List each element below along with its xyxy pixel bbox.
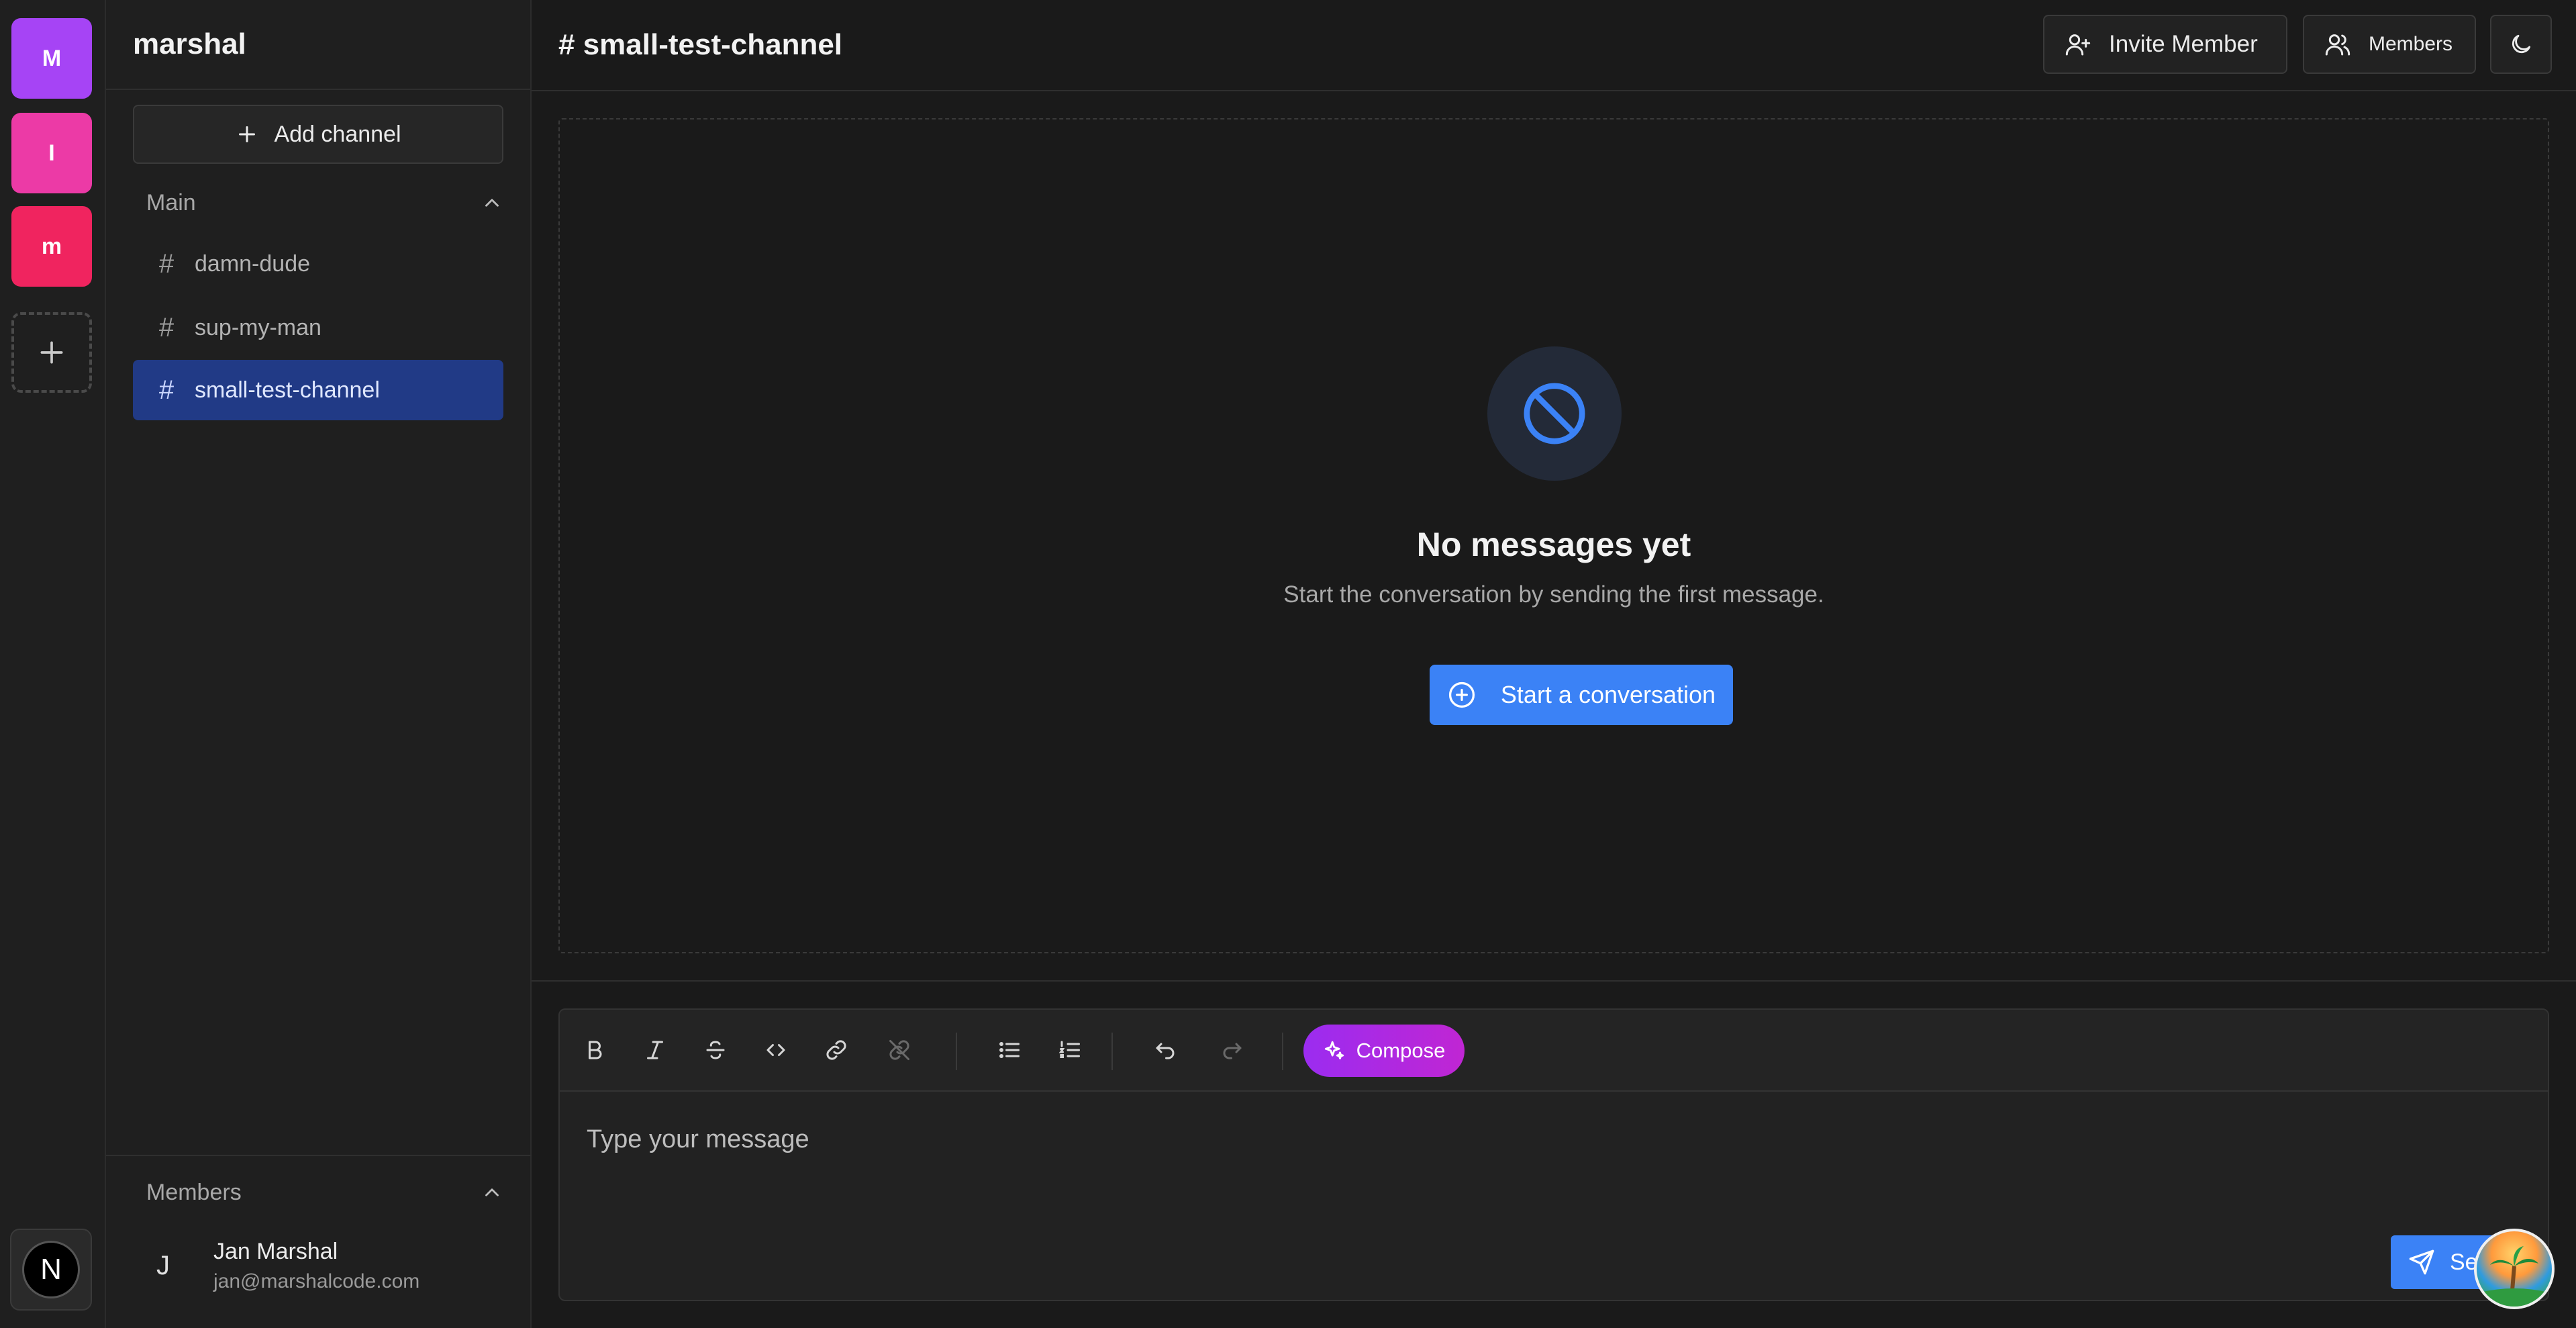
empty-state-subtitle: Start the conversation by sending the fi… — [1283, 581, 1824, 608]
chevron-up-icon — [485, 1188, 499, 1196]
compose-label: Compose — [1356, 1039, 1446, 1062]
channel-item-damn-dude[interactable]: # damn-dude — [133, 234, 503, 294]
server-initial: M — [42, 45, 62, 71]
code-button[interactable] — [756, 1030, 796, 1070]
server-initial: I — [48, 140, 55, 166]
unlink-icon — [889, 1040, 909, 1060]
messages-area: No messages yet Start the conversation b… — [558, 118, 2549, 953]
moon-icon — [2512, 34, 2531, 54]
workspace-header: marshal — [106, 0, 530, 90]
section-label: Members — [146, 1179, 242, 1205]
link-button[interactable] — [816, 1030, 856, 1070]
bold-icon — [589, 1041, 602, 1059]
bold-button[interactable] — [575, 1030, 615, 1070]
users-icon — [2325, 34, 2350, 56]
server-button-i[interactable]: I — [11, 113, 92, 193]
invite-label: Invite Member — [2109, 31, 2258, 57]
add-server-button[interactable] — [11, 312, 92, 393]
start-conversation-button[interactable]: Start a conversation — [1430, 665, 1733, 725]
strikethrough-button[interactable] — [695, 1030, 736, 1070]
channel-title: # small-test-channel — [558, 28, 843, 61]
redo-button[interactable] — [1212, 1030, 1252, 1070]
server-button-m[interactable]: M — [11, 18, 92, 99]
avatar: J — [156, 1250, 170, 1280]
app-logo-letter: N — [40, 1253, 62, 1286]
plus-circle-icon — [1448, 681, 1475, 708]
server-initial: m — [41, 233, 62, 259]
hash-icon: # — [158, 248, 175, 279]
message-input[interactable] — [587, 1125, 2466, 1154]
undo-icon — [1156, 1043, 1175, 1059]
channel-item-small-test-channel[interactable]: # small-test-channel — [133, 360, 503, 420]
bullet-list-button[interactable] — [989, 1030, 1030, 1070]
palm-tree-icon — [2477, 1246, 2552, 1307]
app-badge[interactable]: N — [10, 1229, 92, 1311]
channel-sidebar: marshal Add channel Main # damn-dude # s… — [106, 0, 532, 1328]
plus-icon — [40, 341, 63, 364]
channel-name: small-test-channel — [195, 377, 380, 403]
channel-name: sup-my-man — [195, 314, 321, 340]
send-icon — [2409, 1249, 2434, 1275]
strikethrough-icon — [706, 1041, 725, 1059]
toolbar-separator — [956, 1033, 957, 1070]
members-label: Members — [2369, 33, 2453, 55]
unlink-button[interactable] — [879, 1030, 920, 1070]
ban-icon — [1524, 383, 1585, 444]
hash-icon: # — [158, 375, 175, 405]
undo-button[interactable] — [1145, 1030, 1185, 1070]
formatting-toolbar: Compose — [560, 1010, 2548, 1092]
main-panel: # small-test-channel Invite Member Membe… — [532, 0, 2576, 1328]
numbered-list-icon — [1058, 1041, 1080, 1058]
numbered-list-button[interactable] — [1050, 1030, 1090, 1070]
hash-icon: # — [158, 312, 175, 342]
italic-button[interactable] — [635, 1030, 675, 1070]
invite-member-button[interactable]: Invite Member — [2043, 15, 2287, 74]
app-logo-icon: N — [22, 1241, 80, 1298]
compose-button[interactable]: Compose — [1303, 1025, 1465, 1077]
code-icon — [766, 1044, 785, 1056]
section-header-members[interactable]: Members — [146, 1172, 503, 1213]
members-divider — [106, 1155, 532, 1156]
message-composer: Compose Send — [558, 1008, 2549, 1301]
assistant-avatar[interactable] — [2474, 1229, 2555, 1309]
toolbar-separator — [1111, 1033, 1113, 1070]
add-channel-label: Add channel — [274, 121, 401, 147]
section-label: Main — [146, 189, 196, 216]
server-rail: M I m N — [0, 0, 106, 1328]
theme-toggle-button[interactable] — [2490, 15, 2552, 74]
section-header-main[interactable]: Main — [146, 183, 503, 223]
redo-icon — [1223, 1043, 1242, 1059]
chevron-up-icon — [485, 199, 499, 207]
add-channel-button[interactable]: Add channel — [133, 105, 503, 164]
italic-icon — [647, 1041, 663, 1059]
link-icon — [826, 1040, 846, 1060]
member-name: Jan Marshal — [213, 1238, 338, 1264]
channel-item-sup-my-man[interactable]: # sup-my-man — [133, 297, 503, 358]
empty-state-icon-wrap — [1487, 346, 1622, 481]
channel-header: # small-test-channel Invite Member Membe… — [532, 0, 2576, 91]
channel-name: damn-dude — [195, 250, 311, 277]
workspace-name: marshal — [133, 28, 246, 60]
sparkles-icon — [1324, 1041, 1344, 1059]
server-button-m-lower[interactable]: m — [11, 206, 92, 287]
members-button[interactable]: Members — [2303, 15, 2476, 74]
toolbar-separator — [1282, 1033, 1283, 1070]
plus-icon — [239, 126, 256, 142]
bullet-list-icon — [999, 1042, 1020, 1058]
user-plus-icon — [2065, 34, 2091, 56]
composer-divider — [532, 980, 2576, 982]
empty-state-title: No messages yet — [1416, 526, 1691, 563]
member-info: Jan Marshal jan@marshalcode.com — [213, 1239, 419, 1293]
start-conversation-label: Start a conversation — [1500, 681, 1716, 708]
member-email: jan@marshalcode.com — [213, 1270, 420, 1292]
member-item[interactable]: J Jan Marshal jan@marshalcode.com — [146, 1229, 509, 1302]
